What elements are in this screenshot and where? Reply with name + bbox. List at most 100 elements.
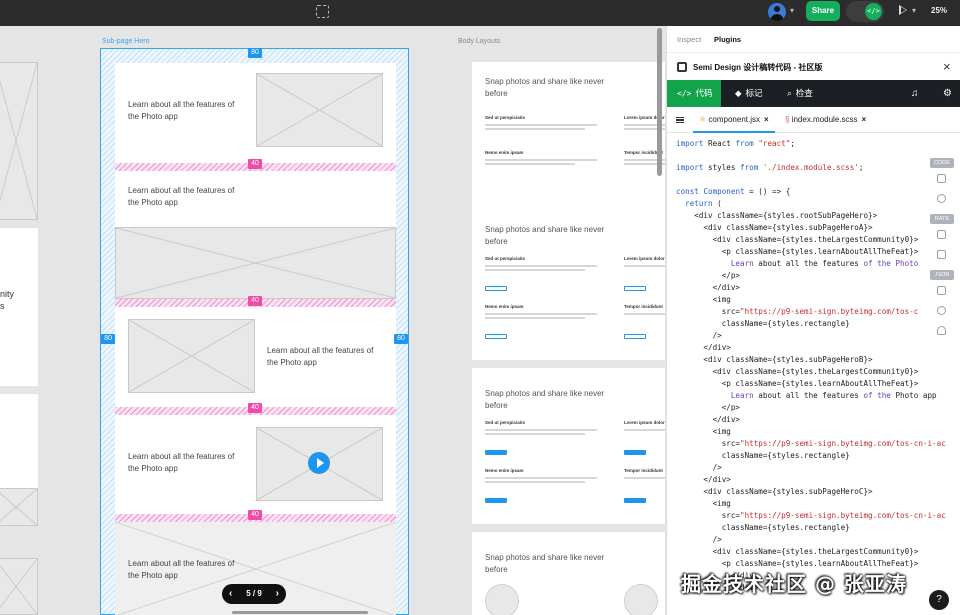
- code-line: className={styles.rectangle}: [676, 318, 946, 330]
- code-line: Learn about all the features of the Phot…: [676, 258, 946, 270]
- code-line: </p>: [676, 270, 946, 282]
- left-card: [0, 394, 38, 494]
- code-line: <div className={styles.theLargestCommuni…: [676, 546, 946, 558]
- code-token: of the Photo: [863, 259, 919, 268]
- hero-section-d[interactable]: Learn about all the features of the Phot…: [115, 415, 396, 514]
- body-layout-card[interactable]: Snap photos and share like never before …: [472, 204, 665, 360]
- semi-logo-icon: [677, 62, 687, 72]
- file-tab-scss[interactable]: § index.module.scss ×: [779, 107, 872, 133]
- body-layout-card[interactable]: Snap photos and share like never before: [472, 532, 665, 615]
- sub-page-hero-frame[interactable]: Learn about all the features of the Phot…: [100, 48, 409, 615]
- body-card-subheading: Nemo enim ipsam: [485, 468, 524, 473]
- share-button[interactable]: Share: [806, 1, 840, 21]
- play-icon[interactable]: [899, 5, 907, 15]
- code-line: const Component = () => {: [676, 186, 946, 198]
- plugin-title: Semi Design 设计稿转代码 - 社区版: [693, 63, 823, 72]
- code-token: <p className={styles.learnAboutAllTheFea…: [676, 247, 919, 256]
- hero-section-text: Learn about all the features of the Phot…: [128, 559, 235, 580]
- code-line: className={styles.rectangle}: [676, 522, 946, 534]
- wireframe-image: [0, 558, 38, 615]
- code-token: <p className={styles.learnAboutAllTheFea…: [676, 379, 919, 388]
- tab-markup[interactable]: ◆ 标记: [725, 80, 763, 107]
- code-line: <div className={styles.subPageHeroB}>: [676, 354, 946, 366]
- code-token: />: [676, 463, 722, 472]
- horizontal-scrollbar[interactable]: [232, 611, 368, 614]
- file-tab-label: component.jsx: [708, 115, 760, 124]
- tab-inspect-code[interactable]: ⌕ 检查: [777, 80, 813, 107]
- code-token: <img: [676, 499, 731, 508]
- wireframe-image: [128, 319, 255, 393]
- thumbs-down-icon[interactable]: [937, 250, 946, 259]
- zoom-level[interactable]: 25%: [931, 6, 947, 15]
- frame-label-body-layouts[interactable]: Body Layouts: [458, 38, 500, 45]
- design-canvas[interactable]: nity s Sub-page Hero Learn about all the…: [0, 26, 666, 615]
- body-card-heading: Snap photos and share like never before: [485, 225, 605, 246]
- thumbs-up-icon[interactable]: [937, 230, 946, 239]
- gap-badge: 40: [248, 159, 262, 169]
- padding-badge-right: 80: [394, 334, 408, 344]
- help-button[interactable]: ?: [929, 590, 949, 610]
- tag-icon: ◆: [735, 88, 742, 98]
- cloud-upload-icon[interactable]: [937, 326, 946, 335]
- hero-section-b[interactable]: Learn about all the features of the Phot…: [115, 171, 396, 299]
- search-icon: ⌕: [787, 88, 792, 98]
- link-icon[interactable]: [937, 306, 946, 315]
- chevron-left-icon[interactable]: ‹: [229, 584, 232, 604]
- code-token: ;: [858, 163, 864, 172]
- chevron-down-icon[interactable]: ▾: [790, 6, 794, 15]
- body-layout-card[interactable]: Snap photos and share like never before …: [472, 368, 665, 524]
- tab-inspect[interactable]: Inspect: [677, 35, 701, 44]
- body-layout-card[interactable]: Snap photos and share like never before …: [472, 62, 665, 204]
- play-video-icon[interactable]: [308, 452, 330, 474]
- chevron-right-icon[interactable]: ›: [276, 584, 279, 604]
- hero-section-text: Learn about all the features of the Phot…: [128, 100, 235, 121]
- side-label-rate: RATE: [930, 214, 954, 224]
- avatar[interactable]: [768, 3, 786, 21]
- body-card-heading: Snap photos and share like never before: [485, 389, 605, 410]
- code-line: <p className={styles.learnAboutAllTheFea…: [676, 378, 946, 390]
- frame-label-sub-page-hero[interactable]: Sub-page Hero: [102, 38, 149, 45]
- frame-icon[interactable]: [316, 5, 329, 18]
- hero-section-c[interactable]: Learn about all the features of the Phot…: [115, 307, 396, 407]
- close-icon[interactable]: ×: [943, 59, 951, 74]
- code-icon: </>: [677, 89, 692, 98]
- dev-mode-toggle[interactable]: </>: [846, 1, 884, 22]
- text-placeholder: [624, 477, 665, 479]
- headset-icon[interactable]: ♫: [911, 88, 919, 99]
- tab-plugins[interactable]: Plugins: [714, 35, 741, 44]
- close-icon[interactable]: ×: [862, 115, 867, 124]
- side-label-json: JSON: [930, 270, 954, 280]
- right-panel: Inspect Plugins Semi Design 设计稿转代码 - 社区版…: [666, 26, 960, 615]
- vertical-scrollbar[interactable]: [657, 28, 662, 176]
- text-placeholder: [485, 481, 585, 483]
- gear-icon[interactable]: ⚙: [943, 88, 952, 99]
- body-card-subheading: Sed ut perspiciatis: [485, 256, 526, 261]
- code-token: />: [676, 535, 722, 544]
- code-token: className={styles.rectangle}: [676, 319, 850, 328]
- text-placeholder: [624, 265, 665, 267]
- copy-json-icon[interactable]: [937, 286, 946, 295]
- hero-section-a[interactable]: Learn about all the features of the Phot…: [115, 63, 396, 163]
- code-editor[interactable]: import React from "react"; import styles …: [676, 138, 946, 594]
- close-icon[interactable]: ×: [764, 115, 769, 124]
- wireframe-image: [0, 62, 38, 220]
- code-line: className={styles.rectangle}: [676, 450, 946, 462]
- code-token: about all the features: [758, 391, 864, 400]
- text-placeholder: [485, 163, 575, 165]
- frame-pager[interactable]: ‹ 5 / 9 ›: [222, 584, 286, 604]
- body-card-subheading: Nemo enim ipsam: [485, 150, 524, 155]
- cube-icon[interactable]: [937, 194, 946, 203]
- tab-code[interactable]: </> 代码: [667, 80, 721, 107]
- code-token: <div className={styles.theLargestCommuni…: [676, 547, 919, 556]
- code-token: "https://p9-semi-sign.byteimg.com/tos-c: [740, 307, 919, 316]
- chevron-down-icon[interactable]: ▾: [912, 6, 916, 15]
- body-card-heading: Snap photos and share like never before: [485, 77, 605, 98]
- menu-icon[interactable]: [676, 117, 684, 123]
- code-line: Learn about all the features of the Phot…: [676, 390, 946, 402]
- code-line: </div>: [676, 282, 946, 294]
- code-line: return (: [676, 198, 946, 210]
- code-token: Photo app: [895, 391, 937, 400]
- copy-icon[interactable]: [937, 174, 946, 183]
- file-tab-component[interactable]: ⚛ component.jsx ×: [693, 107, 775, 133]
